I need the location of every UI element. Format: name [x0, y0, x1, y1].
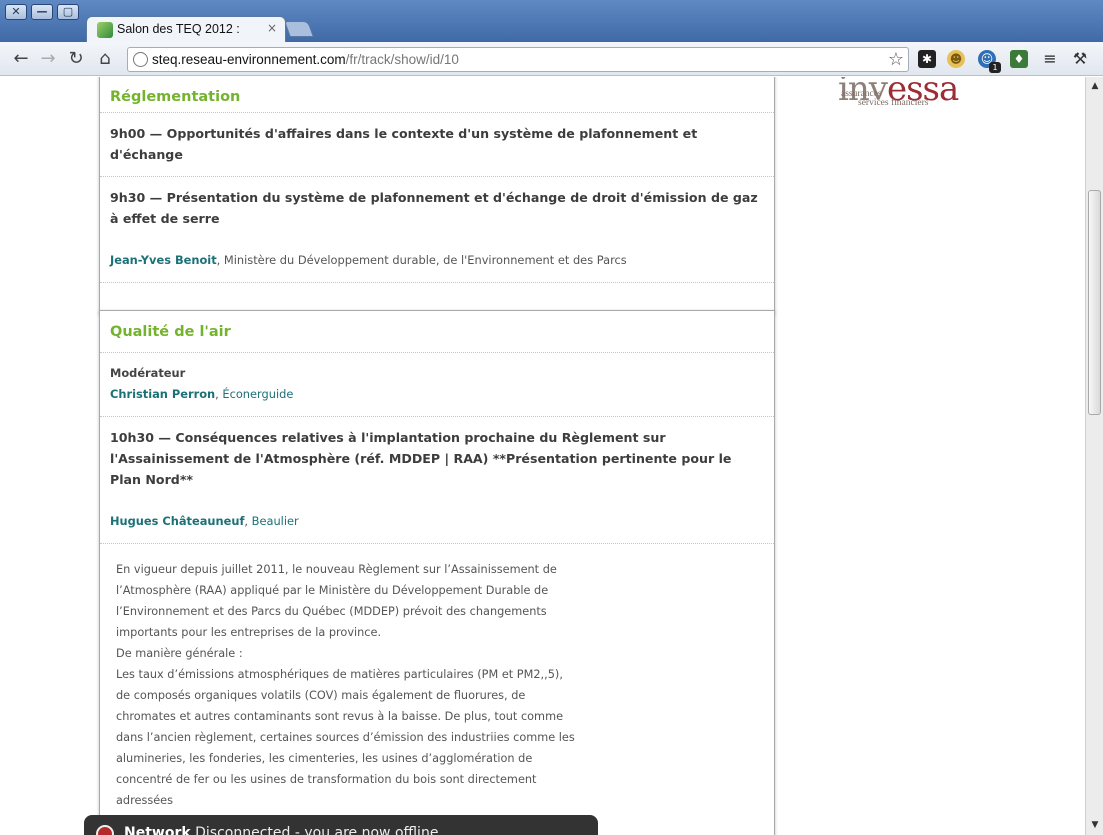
moderator-name-link[interactable]: Christian Perron [110, 387, 215, 401]
tab-favicon-icon [97, 22, 113, 38]
notification-text: Network Disconnected - you are now offli… [124, 825, 438, 835]
extension-badge: 1 [989, 62, 1001, 73]
notification-message: Disconnected - you are now offline [195, 825, 439, 835]
evernote-icon[interactable]: ♦ [1010, 50, 1028, 68]
window-maximize-button[interactable]: ▢ [57, 4, 79, 20]
description-line: chromates et autres contaminants sont re… [116, 710, 564, 723]
description-line: l’Environnement et des Parcs du Québec (… [116, 605, 547, 618]
wrench-menu-icon[interactable]: ⚒ [1071, 50, 1089, 68]
empty-row [100, 283, 774, 313]
description-line: l’Atmosphère (RAA) appliqué par le Minis… [116, 584, 549, 597]
address-bar[interactable]: steq.reseau-environnement.com/fr/track/s… [127, 47, 909, 72]
window-minimize-button[interactable]: — [31, 4, 53, 20]
speaker-org-link[interactable]: Beaulier [252, 514, 299, 528]
description-line: de composés organiques volatils (COV) ma… [116, 689, 526, 702]
url-host: steq.reseau-environnement.com [152, 52, 346, 67]
description-line: concentré de fer ou les usines de transf… [116, 773, 537, 786]
tab-title: Salon des TEQ 2012 : [117, 22, 240, 36]
session-title[interactable]: 10h30 — Conséquences relatives à l'impla… [110, 427, 764, 490]
moderator-row: Modérateur Christian Perron, Éconerguide [100, 353, 774, 417]
description-line: adressées [116, 794, 173, 807]
session-row: 9h00 — Opportunités d'affaires dans le c… [100, 113, 774, 177]
description-line: De manière générale : [116, 647, 243, 660]
moderator-line: Christian Perron, Éconerguide [110, 387, 294, 401]
browser-toolbar: ← → ↻ ⌂ steq.reseau-environnement.com/fr… [0, 42, 1103, 76]
notification-title: Network [124, 825, 191, 835]
description-line: En vigueur depuis juillet 2011, le nouve… [116, 563, 557, 576]
url-path: /fr/track/show/id/10 [345, 52, 459, 67]
address-url[interactable]: steq.reseau-environnement.com/fr/track/s… [152, 52, 459, 67]
home-icon[interactable]: ⌂ [95, 49, 115, 69]
network-notification: Network Disconnected - you are now offli… [84, 815, 598, 835]
speaker-name-link[interactable]: Jean-Yves Benoit [110, 253, 217, 267]
session-description: En vigueur depuis juillet 2011, le nouve… [100, 544, 774, 832]
description-line: Les taux d’émissions atmosphériques de m… [116, 668, 563, 681]
window-titlebar: ✕ — ▢ Salon des TEQ 2012 : × [0, 0, 1103, 43]
description-line: alumineries, les fonderies, les cimenter… [116, 752, 533, 765]
session-title[interactable]: 9h30 — Présentation du système de plafon… [110, 187, 764, 229]
network-error-icon [96, 825, 114, 835]
speaker-line: Jean-Yves Benoit, Ministère du Développe… [110, 253, 627, 267]
moderator-label: Modérateur [110, 366, 186, 380]
forward-arrow-icon[interactable]: → [38, 49, 58, 69]
description-line: dans l’ancien règlement, certaines sourc… [116, 731, 575, 744]
window-close-button[interactable]: ✕ [5, 4, 27, 20]
description-line: importants pour les entreprises de la pr… [116, 626, 382, 639]
vertical-scrollbar[interactable]: ▲ ▼ [1085, 77, 1103, 835]
track-heading: Réglementation [100, 77, 774, 113]
session-title[interactable]: 9h00 — Opportunités d'affaires dans le c… [110, 123, 764, 165]
bookmark-star-icon[interactable]: ☆ [888, 49, 904, 70]
scrollbar-thumb[interactable] [1088, 190, 1101, 415]
extension-face-icon[interactable]: ☻ [947, 50, 965, 68]
track-card-reglementation: Réglementation 9h00 — Opportunités d'aff… [99, 77, 775, 314]
scroll-up-arrow-icon[interactable]: ▲ [1089, 80, 1101, 92]
browser-tab[interactable]: Salon des TEQ 2012 : × [86, 16, 286, 43]
extension-asterisk-icon[interactable]: ✱ [918, 50, 936, 68]
speaker-org: Ministère du Développement durable, de l… [223, 253, 627, 267]
window-controls: ✕ — ▢ [5, 4, 79, 20]
speaker-line: Hugues Châteauneuf, Beaulier [110, 514, 299, 528]
speaker-name-link[interactable]: Hugues Châteauneuf [110, 514, 244, 528]
moderator-org-link[interactable]: Éconerguide [222, 387, 293, 401]
layers-icon[interactable]: ≡ [1041, 50, 1059, 68]
logo-tagline-2: services financiers [858, 98, 929, 108]
invessa-logo[interactable]: invessa assurances services financiers [838, 77, 998, 115]
track-heading: Qualité de l'air [100, 311, 774, 353]
session-row: 10h30 — Conséquences relatives à l'impla… [100, 417, 774, 544]
globe-icon [133, 52, 148, 67]
scroll-down-arrow-icon[interactable]: ▼ [1089, 819, 1101, 831]
reload-icon[interactable]: ↻ [66, 49, 86, 69]
track-card-qualite-air: Qualité de l'air Modérateur Christian Pe… [99, 310, 775, 835]
back-arrow-icon[interactable]: ← [11, 49, 31, 69]
session-row: 9h30 — Présentation du système de plafon… [100, 177, 774, 283]
tab-close-icon[interactable]: × [267, 21, 277, 35]
new-tab-button[interactable] [284, 21, 314, 37]
page-viewport: invessa assurances services financiers R… [0, 77, 1085, 835]
